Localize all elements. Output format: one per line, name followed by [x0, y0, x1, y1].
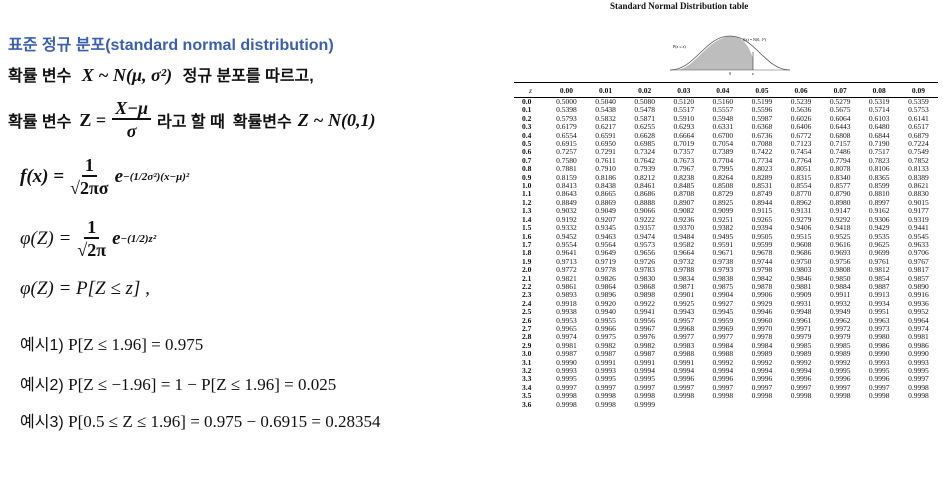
pdf-formula: f(x) = 1 √2πσ e −(1/2σ²)(x−μ)²	[20, 155, 189, 199]
column-header: 0.06	[781, 82, 821, 98]
table-header-row: z 0.00 0.01 0.02 0.03 0.04 0.05 0.06 0.07 0.08 0.…	[514, 82, 938, 98]
column-header: 0.09	[898, 82, 938, 98]
curve-axis-z: z	[752, 71, 754, 76]
table-cell: 0.9999	[634, 399, 655, 409]
pdf-fraction: 1 √2πσ	[70, 155, 109, 199]
table-row: 3.5 0.9998 0.9998 0.9998 0.9998 0.9998 0.9998 0…	[514, 391, 938, 401]
z-table-container: z 0.00 0.01 0.02 0.03 0.04 0.05 0.06 0.07 0.08 0.…	[514, 82, 938, 409]
curve-left-label: P(z ≤ z)	[673, 44, 686, 49]
table-row: 3.6 0.9998 0.9998 0.9999	[514, 399, 938, 409]
standardization-statement: 확률 변수 Z = X−μ σ 라고 할 때 확률변수 Z ~ N(0,1)	[8, 98, 375, 142]
normal-dist-formula: X ~ N(μ, σ²)	[81, 65, 173, 85]
std-pdf-numerator: 1	[84, 217, 100, 239]
table-cell: 0.9998	[751, 391, 773, 401]
example-1-label: 예시1)	[20, 337, 64, 354]
line2-suffix: 정규 분포를 따르고,	[182, 68, 314, 85]
table-cell: 0.9998	[673, 391, 695, 401]
example-1: 예시1) P[Z ≤ 1.96] = 0.975	[20, 331, 203, 355]
column-header: 0.05	[742, 82, 782, 98]
pdf-lhs: f(x) =	[20, 166, 65, 187]
table-cell	[742, 401, 781, 409]
table-cell: 0.9998	[712, 391, 734, 401]
random-variable-statement: 확률 변수 X ~ N(μ, σ²) 정규 분포를 따르고,	[8, 62, 314, 86]
column-header: 0.02	[625, 82, 665, 98]
column-header: 0.03	[664, 82, 704, 98]
std-pdf-exp-base: e	[112, 228, 121, 249]
std-pdf-denominator: √2π	[77, 240, 107, 260]
pdf-numerator: 1	[81, 155, 97, 177]
table-cell: 0.9998	[868, 391, 890, 401]
cdf-text: φ(Z) = P[Z ≤ z] ,	[20, 278, 150, 299]
pdf-exp-base: e	[114, 166, 124, 187]
cdf-formula: φ(Z) = P[Z ≤ z] ,	[20, 278, 150, 300]
fraction-denominator: σ	[126, 121, 137, 141]
curve-axis-zero: 0	[729, 71, 731, 76]
column-header: 0.04	[703, 82, 743, 98]
line3-mid: 라고 할 때	[157, 114, 225, 131]
line3-suffix: 확률변수	[232, 114, 292, 131]
table-cell	[703, 401, 742, 409]
normal-curve-illustration: P(z ≤ z) f(z) = N(0, 1²) 0 z	[669, 35, 791, 76]
table-cell	[664, 401, 703, 409]
table-cell	[821, 401, 860, 409]
example-3-text: P[0.5 ≤ Z ≤ 1.96] = 0.975 − 0.6915 = 0.2…	[68, 412, 381, 431]
example-3: 예시3) P[0.5 ≤ Z ≤ 1.96] = 0.975 − 0.6915 …	[20, 408, 380, 432]
column-header: 0.08	[859, 82, 899, 98]
corner-header: z	[514, 82, 547, 98]
example-2-label: 예시2)	[20, 377, 64, 394]
pdf-denominator: √2πσ	[70, 178, 109, 198]
table-body: 0.0 0.5000 0.5040 0.5080 0.5120 0.5160 0.5199 0…	[514, 97, 938, 410]
table-title: Standard Normal Distribution table	[610, 1, 749, 11]
table-cell	[899, 401, 938, 409]
table-cell	[782, 401, 821, 409]
curve-right-label: f(z) = N(0, 1²)	[743, 37, 766, 43]
std-pdf-exponent: −(1/2)z²	[120, 233, 157, 245]
column-header: 0.07	[820, 82, 860, 98]
std-pdf-formula: φ(Z) = 1 √2π e −(1/2)z²	[20, 217, 156, 261]
line3-prefix: 확률 변수	[8, 114, 72, 131]
table-cell: 0.9998	[829, 391, 851, 401]
example-3-label: 예시3)	[20, 414, 64, 431]
standard-normal-dist: Z ~ N(0,1)	[297, 109, 376, 130]
example-1-text: P[Z ≤ 1.96] = 0.975	[68, 335, 204, 354]
table-cell: 0.9998	[595, 399, 616, 409]
column-header: 0.01	[586, 82, 626, 98]
table-cell	[860, 401, 899, 409]
page-title: 표준 정규 분포(standard normal distribution)	[8, 37, 334, 54]
table-cell: 0.9998	[556, 399, 577, 409]
z-table: z 0.00 0.01 0.02 0.03 0.04 0.05 0.06 0.07 0.08 0.…	[514, 82, 938, 409]
table-cell: 0.9998	[790, 391, 812, 401]
pdf-exponent: −(1/2σ²)(x−μ)²	[123, 171, 190, 183]
lecture-notes-panel: 표준 정규 분포(standard normal distribution) 확…	[0, 0, 500, 481]
z-equals: Z =	[79, 109, 107, 130]
standardization-fraction: X−μ σ	[112, 98, 152, 142]
example-2-text: P[Z ≤ −1.96] = 1 − P[Z ≤ 1.96] = 0.025	[68, 375, 337, 394]
example-2: 예시2) P[Z ≤ −1.96] = 1 − P[Z ≤ 1.96] = 0.…	[20, 371, 336, 395]
row-header: 3.6	[522, 399, 532, 409]
std-pdf-fraction: 1 √2π	[77, 217, 106, 261]
std-pdf-lhs: φ(Z) =	[20, 228, 72, 249]
fraction-numerator: X−μ	[112, 98, 152, 120]
line2-prefix: 확률 변수	[8, 68, 72, 85]
table-cell: 0.9998	[908, 391, 929, 401]
column-header: 0.00	[546, 82, 587, 98]
